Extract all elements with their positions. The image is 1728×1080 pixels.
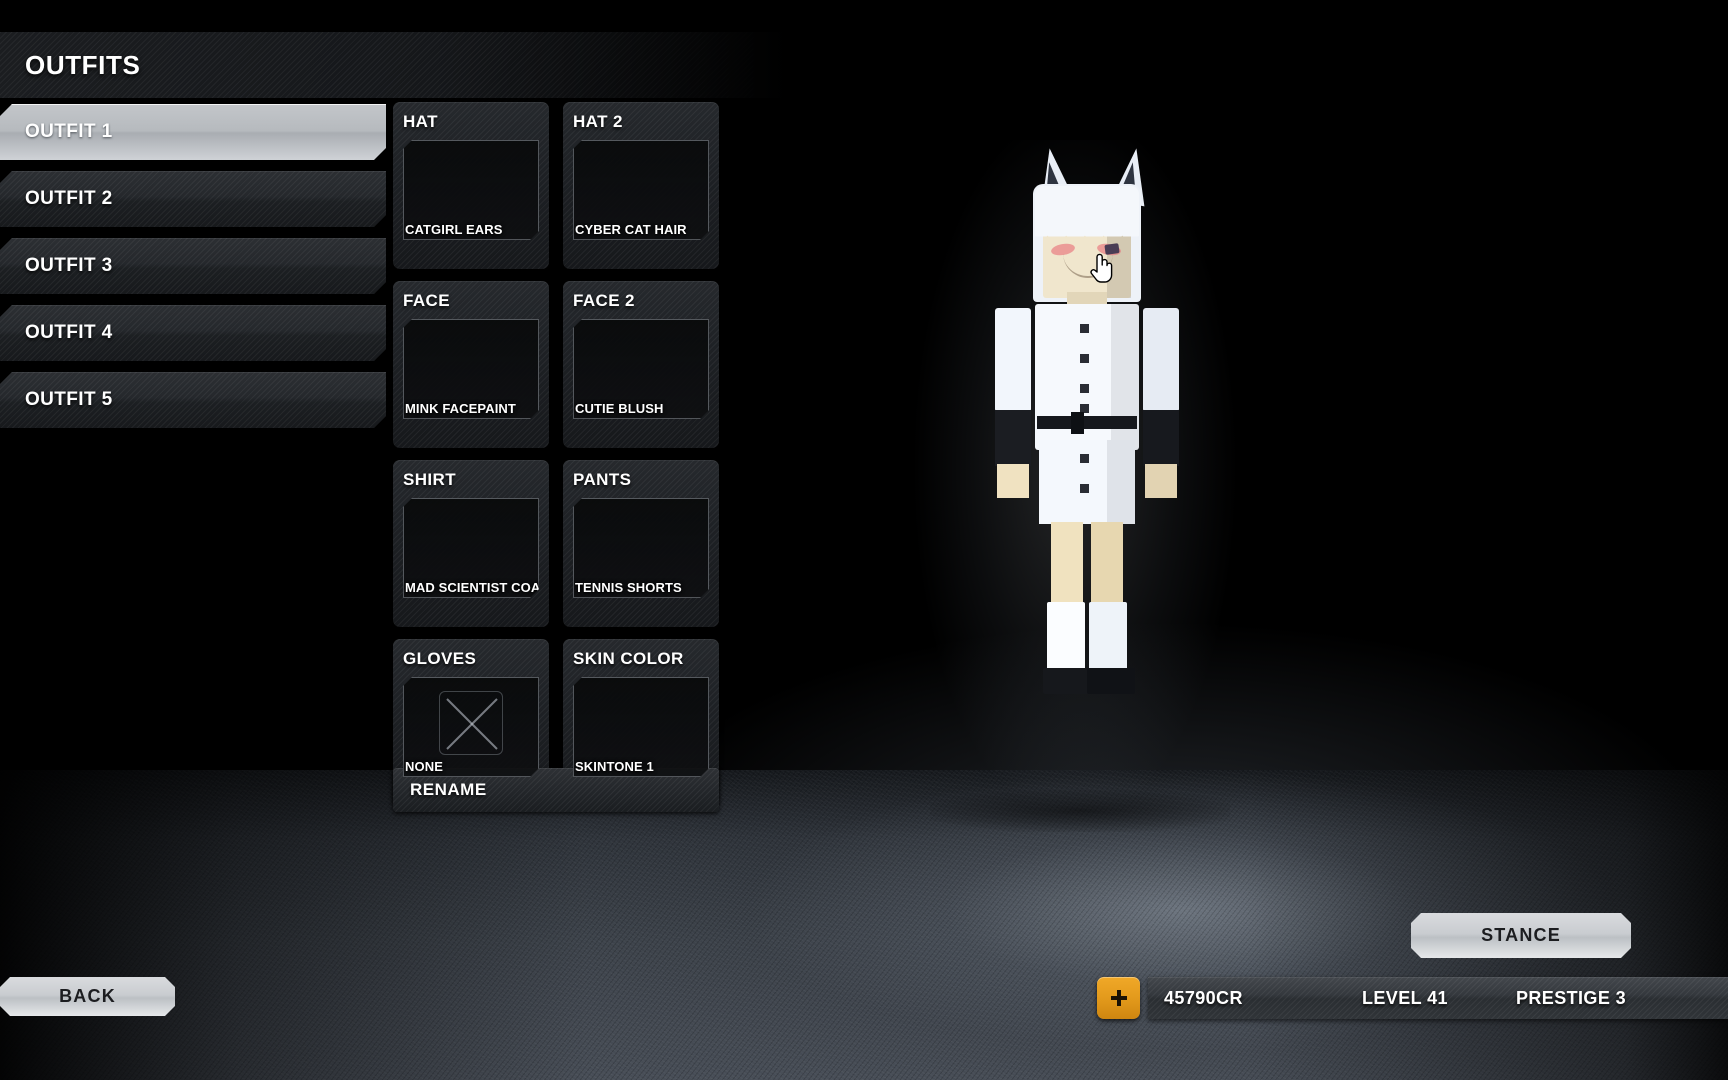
slot-row: SHIRT MAD SCIENTIST COAT PANTS TENNIS SH… <box>393 460 719 627</box>
outfit-customization-screen: OUTFITS OUTFIT 1 OUTFIT 2 OUTFIT 3 OUTFI… <box>0 0 1728 1080</box>
coat-button-icon <box>1080 384 1089 393</box>
slot-title: HAT <box>403 112 438 131</box>
character-forearm-left <box>995 410 1031 466</box>
slot-value: NONE <box>405 759 443 774</box>
slot-card-face[interactable]: FACE MINK FACEPAINT <box>393 281 549 448</box>
slot-preview[interactable]: TENNIS SHORTS <box>573 498 709 598</box>
outfit-slot-list: OUTFIT 1 OUTFIT 2 OUTFIT 3 OUTFIT 4 OUTF… <box>0 104 386 439</box>
slot-preview[interactable]: CATGIRL EARS <box>403 140 539 240</box>
coat-button-icon <box>1080 354 1089 363</box>
plus-icon <box>1110 990 1127 1006</box>
character-sock-left <box>1047 602 1085 674</box>
sidebar-item-outfit-4[interactable]: OUTFIT 4 <box>0 305 386 361</box>
character-belt <box>1037 416 1137 429</box>
sidebar-item-label: OUTFIT 5 <box>25 389 113 410</box>
slot-preview[interactable]: MINK FACEPAINT <box>403 319 539 419</box>
slot-title: SKIN COLOR <box>573 649 684 668</box>
character-shoe-right <box>1087 668 1135 694</box>
slot-row: FACE MINK FACEPAINT FACE 2 CUTIE BLUSH <box>393 281 719 448</box>
status-values-bar: 45790CR LEVEL 41 PRESTIGE 3 <box>1148 977 1728 1019</box>
character-hair-front <box>1035 186 1139 234</box>
character-leg-left <box>1051 522 1083 610</box>
character-hand-left <box>997 464 1029 498</box>
slot-preview[interactable]: SKINTONE 1 <box>573 677 709 777</box>
character-leg-right <box>1091 522 1123 610</box>
sidebar-item-outfit-5[interactable]: OUTFIT 5 <box>0 372 386 428</box>
slot-preview[interactable]: CYBER CAT HAIR <box>573 140 709 240</box>
sidebar-item-label: OUTFIT 4 <box>25 322 113 343</box>
slot-preview[interactable]: MAD SCIENTIST COAT <box>403 498 539 598</box>
character-shoe-left <box>1043 668 1091 694</box>
prestige-value: PRESTIGE 3 <box>1516 987 1627 1008</box>
character-sock-right <box>1089 602 1127 674</box>
sidebar-item-outfit-3[interactable]: OUTFIT 3 <box>0 238 386 294</box>
slot-card-face-2[interactable]: FACE 2 CUTIE BLUSH <box>563 281 719 448</box>
slot-value: CYBER CAT HAIR <box>575 222 687 237</box>
slot-value: CUTIE BLUSH <box>575 401 664 416</box>
character-hand-right <box>1145 464 1177 498</box>
slot-title: PANTS <box>573 470 632 489</box>
pointing-hand-cursor <box>1089 252 1115 284</box>
rename-button-label: RENAME <box>410 780 487 799</box>
equipment-slot-grid: HAT CATGIRL EARS HAT 2 CYBER CAT HAIR FA… <box>393 102 719 818</box>
credits-value: 45790CR <box>1164 987 1243 1008</box>
coat-button-icon <box>1080 484 1089 493</box>
slot-card-hat[interactable]: HAT CATGIRL EARS <box>393 102 549 269</box>
slot-value: CATGIRL EARS <box>405 222 503 237</box>
coat-button-icon <box>1080 454 1089 463</box>
slot-title: SHIRT <box>403 470 456 489</box>
sidebar-item-outfit-1[interactable]: OUTFIT 1 <box>0 104 386 160</box>
slot-value: TENNIS SHORTS <box>575 580 682 595</box>
sidebar-item-label: OUTFIT 1 <box>25 121 113 142</box>
character-coat-skirt-shading <box>1107 440 1135 524</box>
slot-title: GLOVES <box>403 649 477 668</box>
slot-preview[interactable]: NONE <box>403 677 539 777</box>
slot-row: HAT CATGIRL EARS HAT 2 CYBER CAT HAIR <box>393 102 719 269</box>
slot-card-pants[interactable]: PANTS TENNIS SHORTS <box>563 460 719 627</box>
character-forearm-right <box>1143 410 1179 466</box>
level-value: LEVEL 41 <box>1362 987 1448 1008</box>
character-belt-buckle <box>1071 412 1084 434</box>
slot-value: SKINTONE 1 <box>575 759 654 774</box>
stance-button[interactable]: STANCE <box>1411 913 1631 958</box>
character-arm-left <box>995 308 1031 412</box>
back-button[interactable]: BACK <box>0 977 175 1016</box>
page-header: OUTFITS <box>0 32 790 98</box>
slot-preview[interactable]: CUTIE BLUSH <box>573 319 709 419</box>
sidebar-item-label: OUTFIT 3 <box>25 255 113 276</box>
slot-value: MINK FACEPAINT <box>405 401 516 416</box>
page-title: OUTFITS <box>25 49 141 80</box>
slot-card-hat-2[interactable]: HAT 2 CYBER CAT HAIR <box>563 102 719 269</box>
character-model[interactable] <box>915 140 1235 820</box>
slot-title: HAT 2 <box>573 112 623 131</box>
back-button-label: BACK <box>59 986 116 1006</box>
slot-title: FACE 2 <box>573 291 635 310</box>
slot-value: MAD SCIENTIST COAT <box>405 580 548 595</box>
coat-button-icon <box>1080 324 1089 333</box>
add-credits-button[interactable] <box>1097 977 1140 1019</box>
stance-button-label: STANCE <box>1481 925 1561 945</box>
character-arm-right <box>1143 308 1179 412</box>
sidebar-item-label: OUTFIT 2 <box>25 188 113 209</box>
slot-card-shirt[interactable]: SHIRT MAD SCIENTIST COAT <box>393 460 549 627</box>
player-status-bar: 45790CR LEVEL 41 PRESTIGE 3 <box>1097 977 1728 1019</box>
empty-slot-x-icon <box>439 691 503 755</box>
sidebar-item-outfit-2[interactable]: OUTFIT 2 <box>0 171 386 227</box>
slot-title: FACE <box>403 291 450 310</box>
